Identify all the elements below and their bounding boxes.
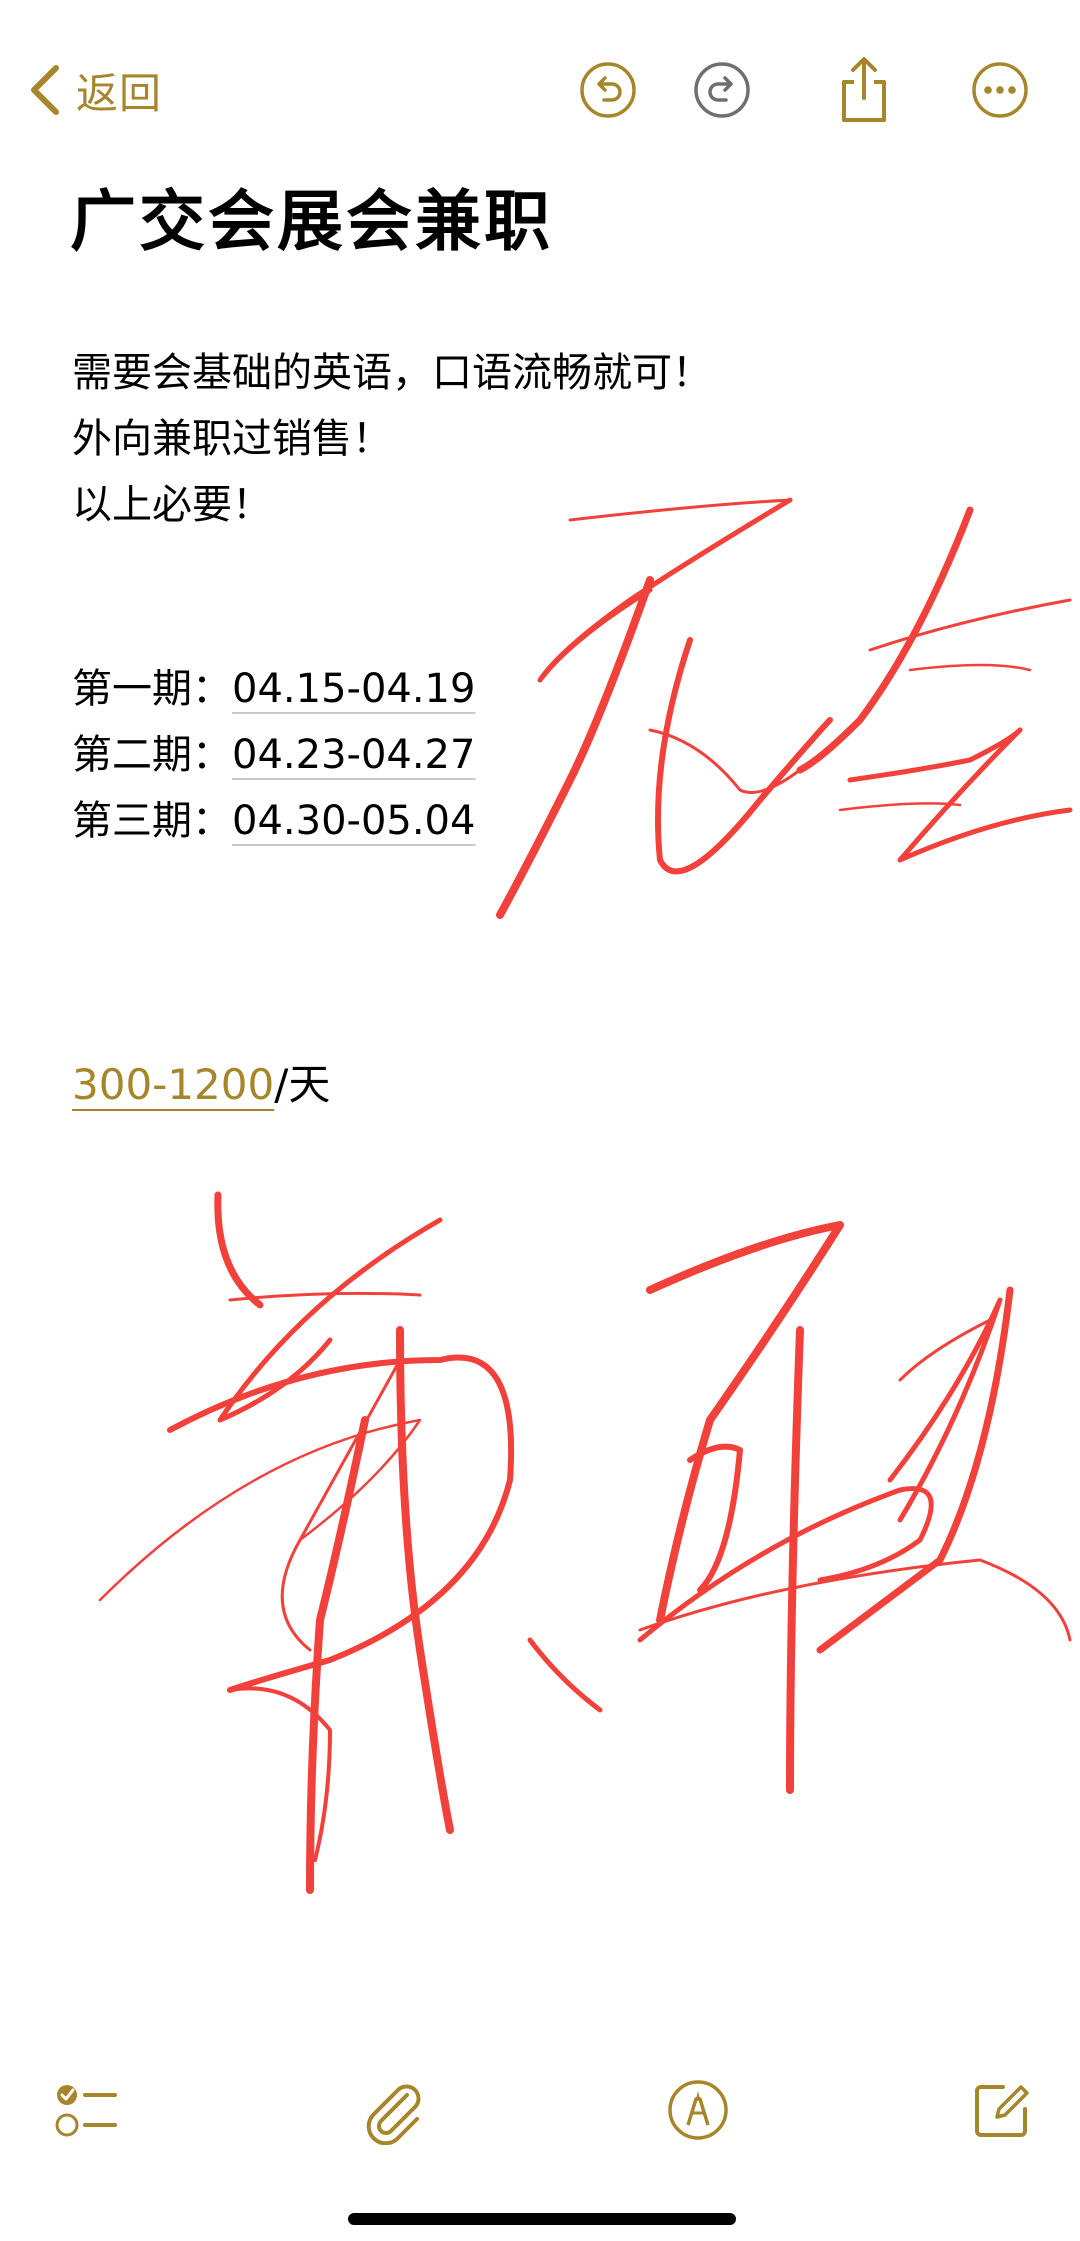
markup-pen-icon bbox=[668, 2080, 728, 2140]
back-button[interactable]: 返回 bbox=[28, 58, 162, 122]
checklist-icon bbox=[55, 2085, 117, 2137]
undo-button[interactable] bbox=[576, 58, 640, 122]
ink-stroke bbox=[898, 1318, 992, 1382]
ink-stroke bbox=[167, 1354, 515, 1693]
period-date[interactable]: 04.23-04.27 bbox=[232, 732, 475, 778]
ink-stroke bbox=[646, 1221, 844, 1624]
chevron-left-icon bbox=[31, 65, 59, 115]
ink-stroke bbox=[217, 1217, 443, 1423]
period-row: 第二期：04.23-04.27 bbox=[72, 722, 475, 788]
ink-stroke bbox=[214, 1191, 264, 1309]
navigation-bar: 返回 bbox=[0, 0, 1080, 170]
period-label: 第一期： bbox=[72, 666, 232, 712]
period-row: 第三期：04.30-05.04 bbox=[72, 788, 475, 854]
compose-button[interactable] bbox=[962, 2070, 1042, 2150]
ink-stroke bbox=[897, 727, 1073, 863]
ink-stroke bbox=[228, 1686, 332, 1862]
ink-stroke bbox=[280, 1358, 402, 1652]
period-date[interactable]: 04.30-05.04 bbox=[232, 798, 475, 844]
bottom-toolbar bbox=[0, 2060, 1080, 2160]
compose-icon bbox=[975, 2085, 1029, 2137]
ink-stroke bbox=[527, 1637, 603, 1713]
undo-icon bbox=[580, 62, 636, 118]
ink-stroke bbox=[648, 728, 802, 794]
ink-stroke bbox=[847, 727, 1023, 783]
ink-stroke bbox=[887, 1297, 1003, 1523]
share-icon bbox=[842, 57, 886, 122]
share-button[interactable] bbox=[832, 54, 896, 126]
note-line: 外向兼职过销售！ bbox=[72, 416, 392, 462]
ink-stroke bbox=[908, 663, 1032, 672]
note-line: 以上必要！ bbox=[72, 482, 272, 528]
ink-stroke bbox=[786, 1326, 804, 1794]
ink-stroke bbox=[98, 1418, 422, 1602]
ink-stroke bbox=[396, 1326, 454, 1834]
ink-stroke bbox=[306, 1416, 369, 1894]
ink-stroke bbox=[496, 576, 654, 919]
ink-stroke bbox=[796, 506, 974, 774]
ink-stroke bbox=[638, 1558, 1072, 1642]
period-label: 第三期： bbox=[72, 798, 232, 844]
ellipsis-icon bbox=[972, 62, 1028, 118]
ink-stroke bbox=[868, 598, 1072, 652]
period-date[interactable]: 04.15-04.19 bbox=[232, 666, 475, 712]
note-title[interactable]: 广交会展会兼职 bbox=[70, 168, 553, 264]
attachment-button[interactable] bbox=[352, 2070, 432, 2150]
redo-button[interactable] bbox=[690, 58, 754, 122]
more-button[interactable] bbox=[968, 58, 1032, 122]
period-row: 第一期：04.15-04.19 bbox=[72, 656, 475, 722]
paperclip-icon bbox=[366, 2084, 421, 2145]
back-label: 返回 bbox=[76, 68, 163, 118]
note-body[interactable]: 需要会基础的英语，口语流畅就可！ 外向兼职过销售！ 以上必要！ bbox=[72, 340, 712, 538]
home-indicator[interactable] bbox=[348, 2213, 736, 2225]
note-line: 需要会基础的英语，口语流畅就可！ bbox=[72, 350, 712, 396]
pay-line: 300-1200/天 bbox=[72, 1052, 330, 1118]
handwriting-drawing bbox=[98, 497, 1073, 1894]
ink-stroke bbox=[228, 1291, 422, 1302]
checklist-button[interactable] bbox=[46, 2070, 126, 2150]
redo-icon bbox=[694, 62, 750, 118]
period-label: 第二期： bbox=[72, 732, 232, 778]
pay-unit: /天 bbox=[274, 1060, 331, 1109]
ink-stroke bbox=[838, 802, 962, 812]
pay-amount-link[interactable]: 300-1200 bbox=[72, 1060, 274, 1109]
ink-stroke bbox=[816, 1286, 1014, 1654]
ink-stroke bbox=[687, 1443, 743, 1593]
ink-stroke bbox=[655, 637, 833, 875]
period-list[interactable]: 第一期：04.15-04.19 第二期：04.23-04.27 第三期：04.3… bbox=[72, 656, 475, 854]
markup-button[interactable] bbox=[658, 2070, 738, 2150]
ink-stroke bbox=[637, 1486, 934, 1643]
